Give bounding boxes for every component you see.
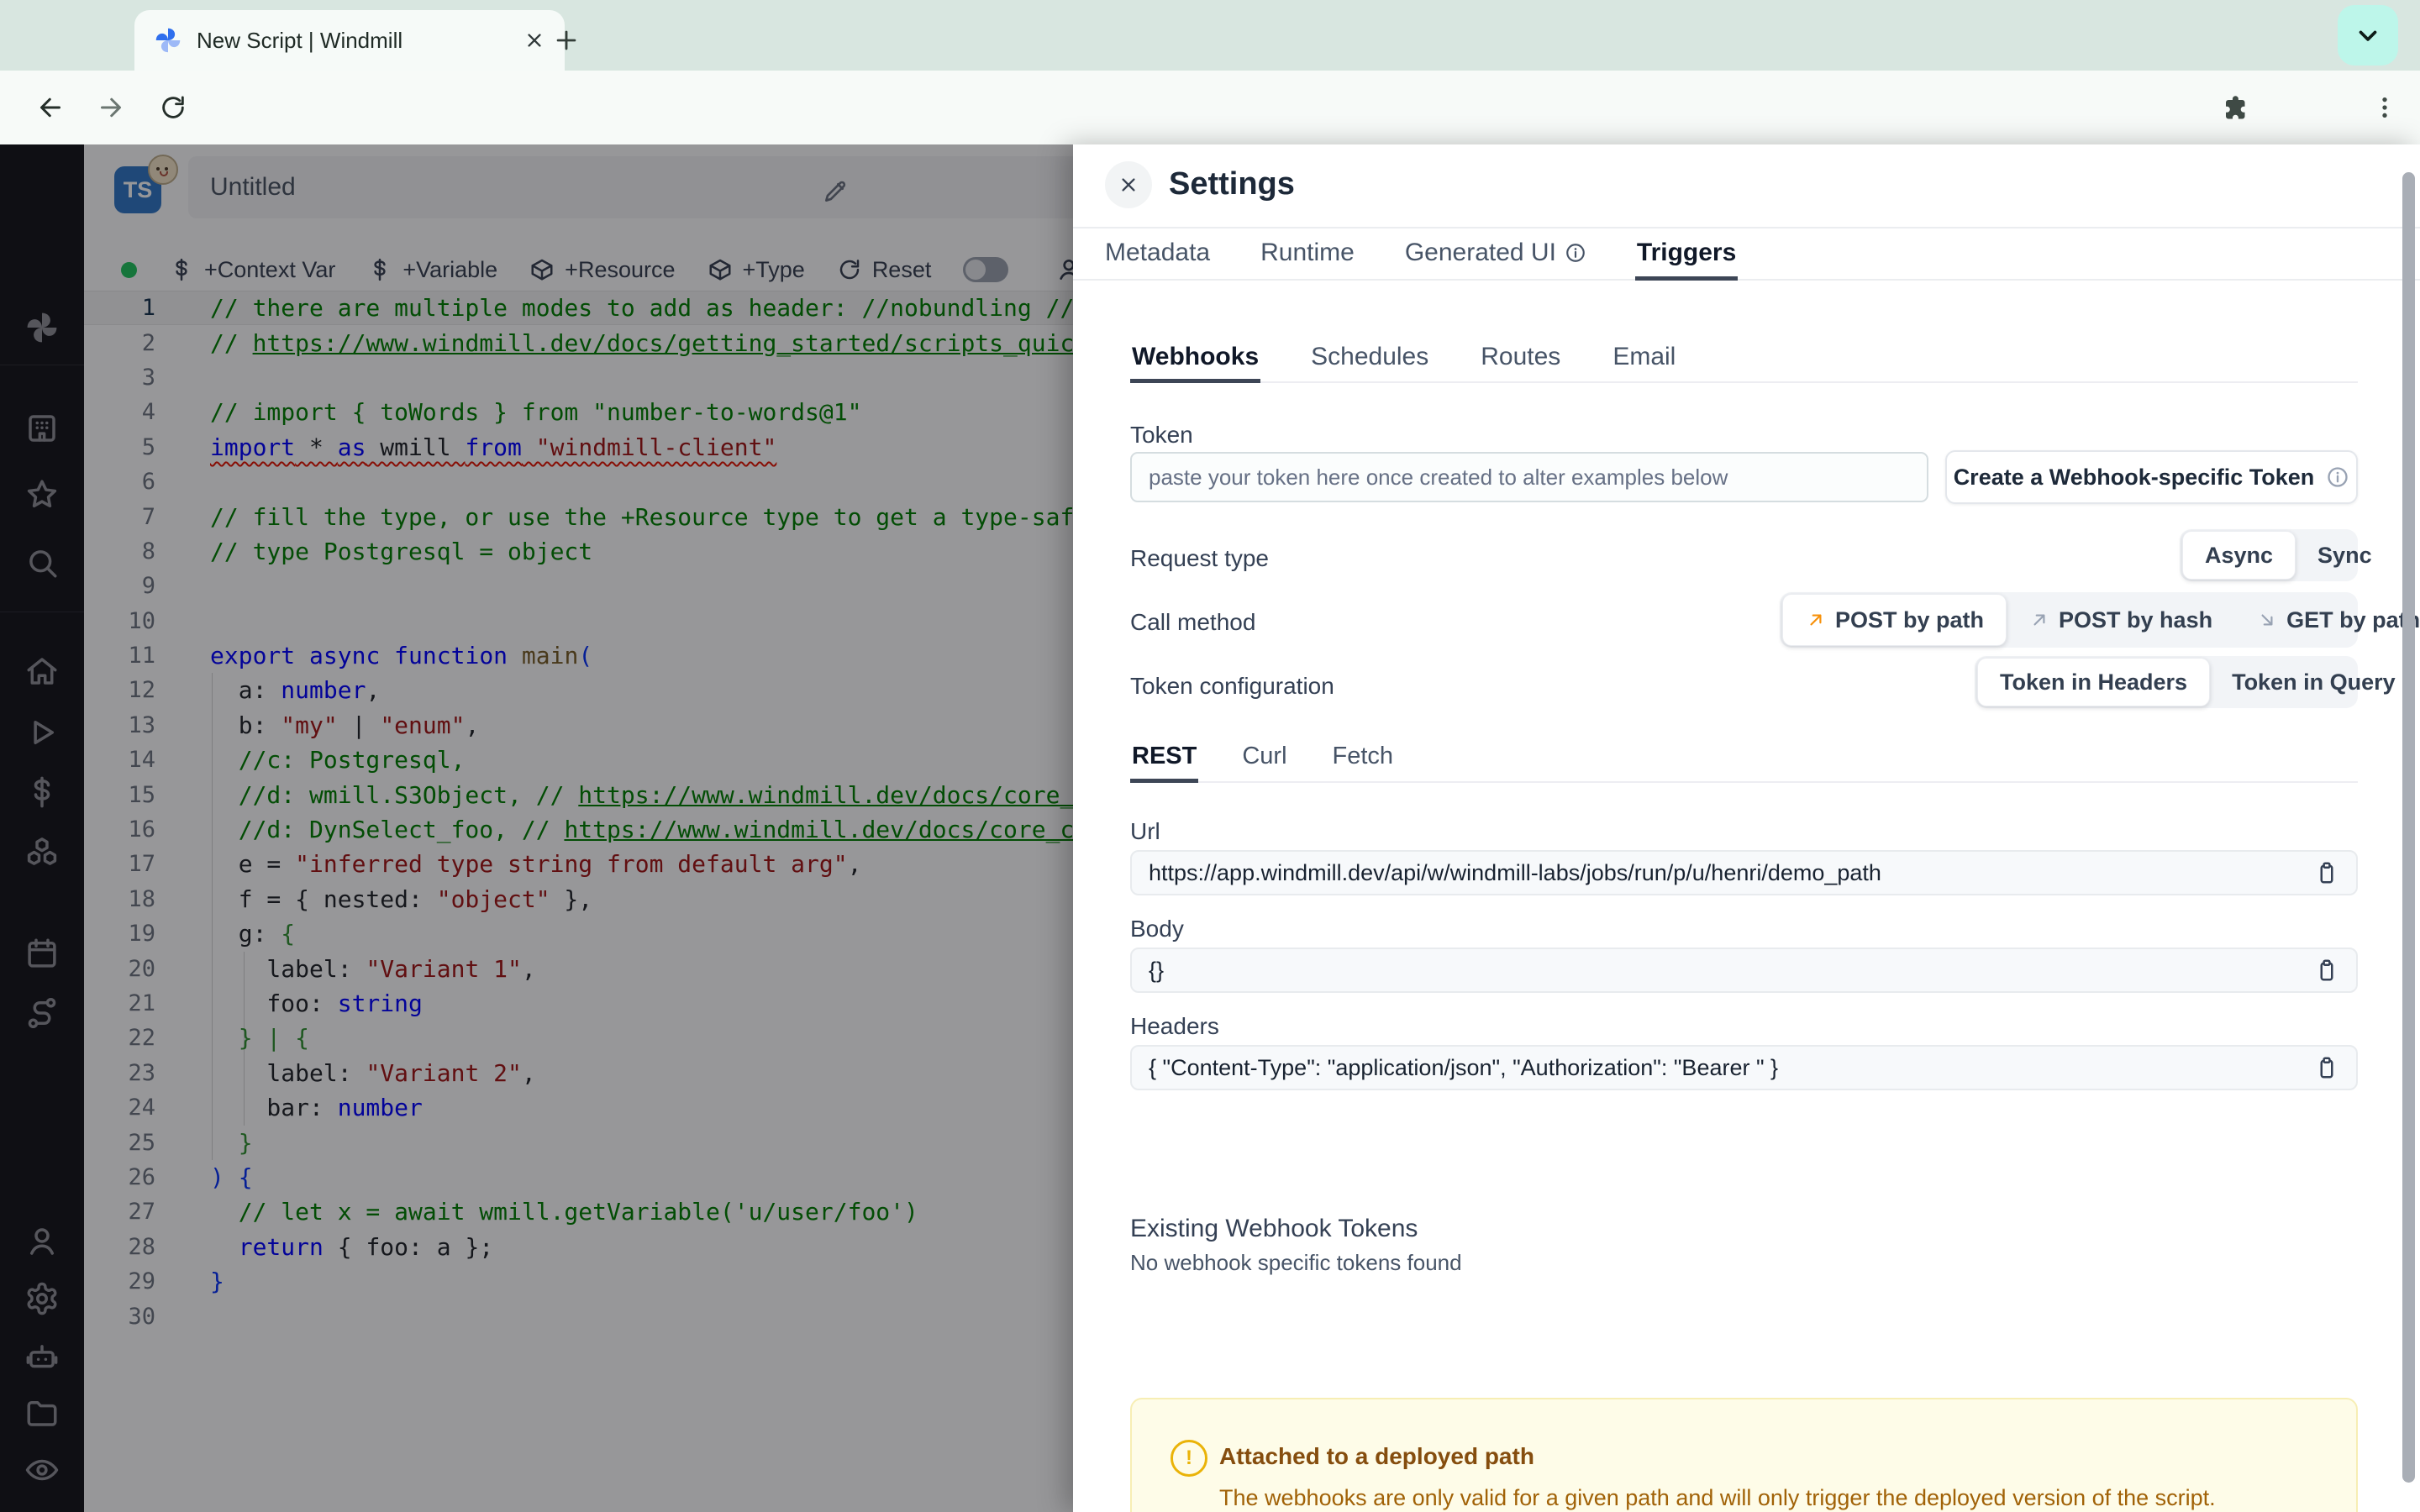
request-type-toggle: Async Sync: [2180, 529, 2372, 581]
tab-label: Triggers: [1636, 238, 1737, 266]
request-type-label: Request type: [1130, 545, 1269, 571]
copy-headers-icon[interactable]: [2314, 1055, 2339, 1080]
trigger-tab-routes[interactable]: Routes: [1479, 334, 1562, 383]
browser-window: New Script | Windmill app.windmill.dev/s…: [0, 0, 2420, 1512]
example-language-tabs: REST Curl Fetch: [1130, 734, 2358, 783]
body-label: Body: [1130, 916, 1184, 942]
option-token-in-query[interactable]: Token in Query: [2210, 659, 2417, 706]
option-label: POST by hash: [2059, 606, 2213, 633]
webhook-url-text: https://app.windmill.dev/api/w/windmill-…: [1149, 859, 1881, 885]
drawer-scrollbar[interactable]: [2402, 172, 2415, 1483]
back-icon[interactable]: [25, 82, 76, 133]
browser-menu-icon[interactable]: [2360, 82, 2410, 133]
tab-label: Webhooks: [1132, 342, 1260, 370]
existing-webhook-tokens-empty: No webhook specific tokens found: [1130, 1250, 1462, 1275]
option-post-by-hash[interactable]: POST by hash: [2007, 595, 2234, 645]
option-label: Async: [2205, 542, 2274, 568]
option-post-by-path[interactable]: POST by path: [1782, 594, 2007, 646]
browser-tab-strip: New Script | Windmill: [0, 0, 2420, 71]
tab-label: Fetch: [1332, 743, 1394, 769]
webhook-url-value[interactable]: https://app.windmill.dev/api/w/windmill-…: [1130, 850, 2358, 895]
call-method-label: Call method: [1130, 609, 1256, 635]
browser-toolbar: app.windmill.dev/scripts/add#JTdCJTIyaGF…: [0, 71, 2420, 205]
token-input[interactable]: paste your token here once created to al…: [1130, 452, 1928, 502]
reload-icon[interactable]: [148, 82, 198, 133]
ne-arrow-icon: [2028, 609, 2050, 631]
se-arrow-icon: [2256, 609, 2278, 631]
option-async[interactable]: Async: [2182, 531, 2296, 580]
token-label: Token: [1130, 422, 1193, 448]
example-tab-rest[interactable]: REST: [1130, 734, 1199, 783]
option-get-by-path[interactable]: GET by path: [2234, 595, 2420, 645]
headers-label: Headers: [1130, 1013, 1219, 1039]
existing-webhook-tokens-title: Existing Webhook Tokens: [1130, 1215, 1418, 1242]
option-label: Token in Query: [2232, 669, 2396, 695]
copy-body-icon[interactable]: [2314, 958, 2339, 983]
tab-label: Routes: [1481, 342, 1561, 370]
settings-tabs: Metadata Runtime Generated UI Triggers: [1073, 227, 2420, 281]
option-label: GET by path: [2286, 606, 2420, 633]
warning-title: Attached to a deployed path: [1219, 1443, 1534, 1469]
deployed-path-warning: ! Attached to a deployed path The webhoo…: [1130, 1398, 2358, 1512]
settings-tab-metadata[interactable]: Metadata: [1103, 228, 1212, 281]
example-tab-curl[interactable]: Curl: [1240, 734, 1288, 783]
trigger-tab-email[interactable]: Email: [1611, 334, 1677, 383]
tab-label: Schedules: [1311, 342, 1429, 370]
ne-arrow-icon: [1805, 609, 1827, 631]
close-settings-button[interactable]: [1105, 161, 1152, 208]
url-label: Url: [1130, 818, 1160, 844]
tab-label: Curl: [1242, 743, 1287, 769]
tab-title: New Script | Windmill: [197, 27, 403, 53]
trigger-type-tabs: Webhooks Schedules Routes Email: [1130, 334, 2358, 383]
drawer-backdrop[interactable]: [0, 144, 1073, 1512]
settings-drawer: Settings Metadata Runtime Generated UI Trig…: [1073, 144, 2420, 1512]
alert-icon: !: [1171, 1440, 1207, 1477]
webhook-body-value[interactable]: {}: [1130, 948, 2358, 993]
copy-url-icon[interactable]: [2314, 860, 2339, 885]
forward-icon[interactable]: [86, 82, 136, 133]
settings-tab-runtime[interactable]: Runtime: [1259, 228, 1356, 281]
trigger-tab-webhooks[interactable]: Webhooks: [1130, 334, 1261, 383]
extensions-icon[interactable]: [2208, 82, 2259, 133]
token-configuration-label: Token configuration: [1130, 673, 1334, 699]
create-webhook-token-button[interactable]: Create a Webhook-specific Token: [1945, 450, 2358, 504]
tab-close-icon[interactable]: [523, 29, 546, 52]
create-webhook-token-label: Create a Webhook-specific Token: [1953, 464, 2315, 490]
trigger-tab-schedules[interactable]: Schedules: [1309, 334, 1430, 383]
tab-label: REST: [1132, 743, 1197, 769]
tab-label: Generated UI: [1404, 238, 1556, 266]
call-method-toggle: POST by path POST by hash GET by path: [1780, 592, 2420, 648]
info-icon: [2326, 465, 2349, 489]
tab-search-button[interactable]: [2338, 5, 2398, 66]
new-tab-button[interactable]: [544, 18, 588, 62]
option-sync[interactable]: Sync: [2296, 532, 2394, 579]
option-label: POST by path: [1835, 606, 1985, 633]
windmill-favicon: [153, 25, 183, 55]
settings-tab-triggers[interactable]: Triggers: [1634, 228, 1739, 281]
windmill-app: TS Untitled +Context Var +Variable +Resour…: [0, 144, 2420, 1512]
webhook-body-text: {}: [1149, 957, 1165, 983]
option-token-in-headers[interactable]: Token in Headers: [1977, 658, 2211, 706]
settings-tab-generated-ui[interactable]: Generated UI: [1403, 228, 1588, 281]
info-icon: [1565, 242, 1586, 264]
webhook-headers-text: { "Content-Type": "application/json", "A…: [1149, 1054, 1779, 1080]
settings-title: Settings: [1169, 166, 1295, 202]
option-label: Token in Headers: [2000, 669, 2188, 695]
warning-text: The webhooks are only valid for a given …: [1219, 1485, 2216, 1510]
tab-label: Runtime: [1260, 238, 1355, 266]
example-tab-fetch[interactable]: Fetch: [1331, 734, 1396, 783]
webhook-headers-value[interactable]: { "Content-Type": "application/json", "A…: [1130, 1045, 2358, 1090]
tab-label: Email: [1612, 342, 1676, 370]
tab-label: Metadata: [1105, 238, 1211, 266]
option-label: Sync: [2317, 542, 2372, 568]
token-placeholder: paste your token here once created to al…: [1149, 464, 1728, 490]
browser-tab[interactable]: New Script | Windmill: [134, 10, 565, 71]
token-configuration-toggle: Token in Headers Token in Query: [1975, 656, 2396, 708]
